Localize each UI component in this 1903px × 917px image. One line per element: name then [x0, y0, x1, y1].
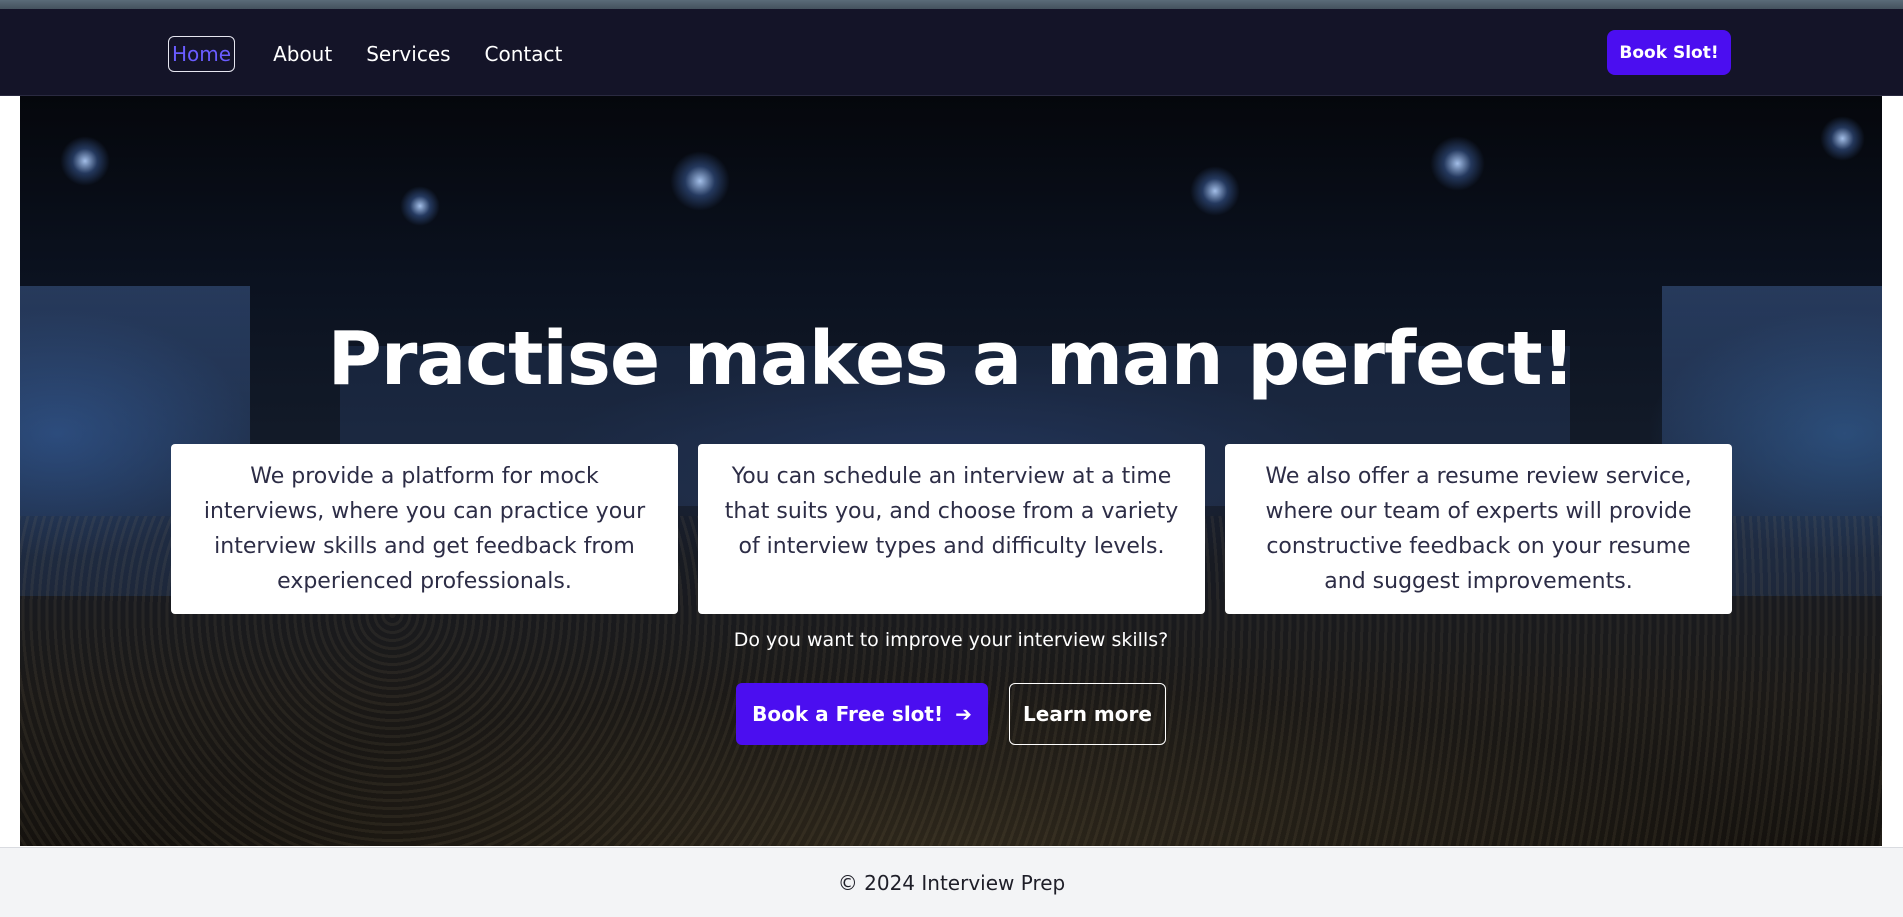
nav-link-contact[interactable]: Contact [483, 37, 565, 71]
nav-link-services[interactable]: Services [364, 37, 452, 71]
hero-bg-light [400, 186, 440, 226]
nav-link-about[interactable]: About [271, 37, 334, 71]
book-free-slot-button[interactable]: Book a Free slot! ➔ [736, 683, 988, 745]
browser-top-strip [0, 0, 1903, 9]
book-free-slot-label: Book a Free slot! [752, 702, 944, 726]
hero-title: Practise makes a man perfect! [327, 316, 1576, 402]
book-slot-button[interactable]: Book Slot! [1607, 30, 1731, 75]
arrow-right-icon: ➔ [955, 702, 972, 726]
navbar: Home About Services Contact Book Slot! [0, 9, 1903, 96]
nav-links: Home About Services Contact [168, 36, 594, 72]
feature-card-scheduling: You can schedule an interview at a time … [698, 444, 1205, 614]
footer-copyright: © 2024 Interview Prep [837, 870, 1066, 895]
hero-question: Do you want to improve your interview sk… [733, 629, 1169, 651]
hero-bg-light [1190, 166, 1240, 216]
hero-bg-light [1820, 116, 1865, 161]
nav-link-home[interactable]: Home [168, 36, 236, 72]
feature-card-resume-review: We also offer a resume review service, w… [1225, 444, 1732, 614]
learn-more-button[interactable]: Learn more [1009, 683, 1166, 745]
hero-bg-light [670, 151, 730, 211]
hero-section: Practise makes a man perfect! We provide… [20, 96, 1882, 846]
feature-card-mock-interviews: We provide a platform for mock interview… [171, 444, 678, 614]
footer: © 2024 Interview Prep [0, 847, 1903, 917]
hero-bg-light [60, 136, 110, 186]
hero-bg-light [1430, 136, 1485, 191]
page-right-margin [1882, 96, 1903, 846]
